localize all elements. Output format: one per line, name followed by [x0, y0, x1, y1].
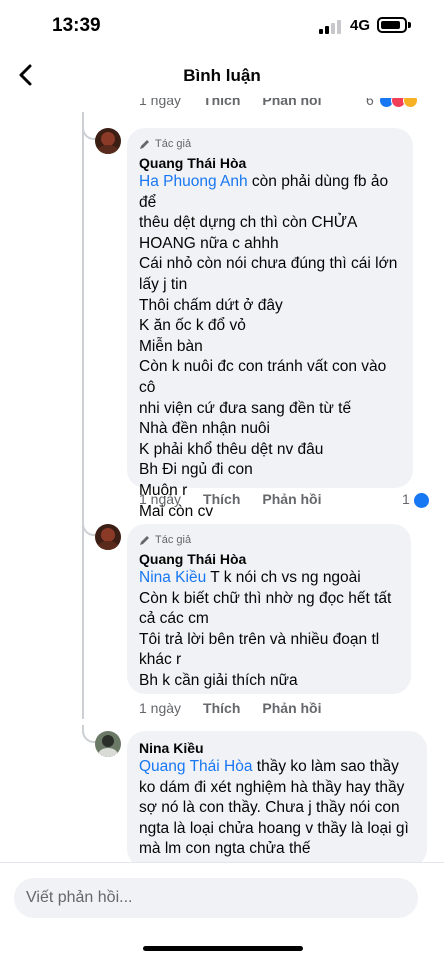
comment-bubble: Tác giả Quang Thái Hòa Nina Kiều T k nói…	[127, 524, 411, 694]
pencil-icon	[140, 535, 149, 545]
battery-tip	[408, 22, 411, 28]
comment-bubble: Nina Kiều Quang Thái Hòa thầy ko làm sao…	[127, 731, 427, 867]
like-button[interactable]: Thích	[203, 700, 240, 716]
thread-connector	[82, 518, 96, 536]
author-badge-label: Tác giả	[155, 533, 192, 546]
battery-icon	[377, 17, 407, 33]
like-reaction-icon	[413, 492, 430, 509]
comment-author[interactable]: Nina Kiều	[139, 739, 415, 757]
avatar[interactable]	[95, 731, 121, 757]
reply-input[interactable]	[14, 878, 418, 918]
timestamp: 1 ngày	[139, 700, 182, 716]
like-button[interactable]: Thích	[203, 491, 240, 507]
timestamp: 1 ngày	[139, 491, 182, 507]
reply-button[interactable]: Phản hồi	[262, 700, 321, 716]
avatar[interactable]	[95, 524, 121, 550]
thread-connector	[82, 725, 96, 743]
comment-text: Nina Kiều T k nói ch vs ng ngoài Còn k b…	[139, 569, 392, 689]
pencil-icon	[140, 139, 149, 149]
header: Bình luận	[0, 54, 444, 98]
status-bar: 13:39 4G	[0, 0, 444, 54]
avatar[interactable]	[95, 128, 121, 154]
comment-author[interactable]: Quang Thái Hòa	[139, 154, 401, 172]
mention-link[interactable]: Ha Phuong Anh	[139, 173, 248, 190]
thread-connector	[82, 122, 96, 140]
comment-author[interactable]: Quang Thái Hòa	[139, 550, 399, 568]
mention-link[interactable]: Quang Thái Hòa	[139, 758, 252, 775]
home-indicator	[143, 946, 303, 951]
thread-line	[82, 112, 84, 719]
comment-text: Ha Phuong Anh còn phải dùng fb ảo để thê…	[139, 173, 398, 520]
network-type: 4G	[350, 17, 371, 34]
reply-bar	[0, 862, 444, 960]
signal-icon	[319, 20, 341, 34]
comment-meta: 1 ngày Thích Phản hồi	[139, 491, 344, 507]
status-time: 13:39	[52, 15, 101, 36]
comment-bubble: Tác giả Quang Thái Hòa Ha Phuong Anh còn…	[127, 128, 413, 520]
reply-button[interactable]: Phản hồi	[262, 491, 321, 507]
author-badge: Tác giả	[139, 136, 401, 151]
reaction-count: 1	[402, 491, 410, 507]
comment-text: Quang Thái Hòa thầy ko làm sao thầy ko d…	[139, 758, 409, 858]
page-title: Bình luận	[183, 66, 261, 85]
author-badge: Tác giả	[139, 532, 399, 547]
reactions[interactable]: 1	[402, 491, 430, 509]
mention-link[interactable]: Nina Kiều	[139, 569, 206, 586]
author-badge-label: Tác giả	[155, 137, 192, 150]
comment-meta: 1 ngày Thích Phản hồi	[139, 700, 344, 716]
